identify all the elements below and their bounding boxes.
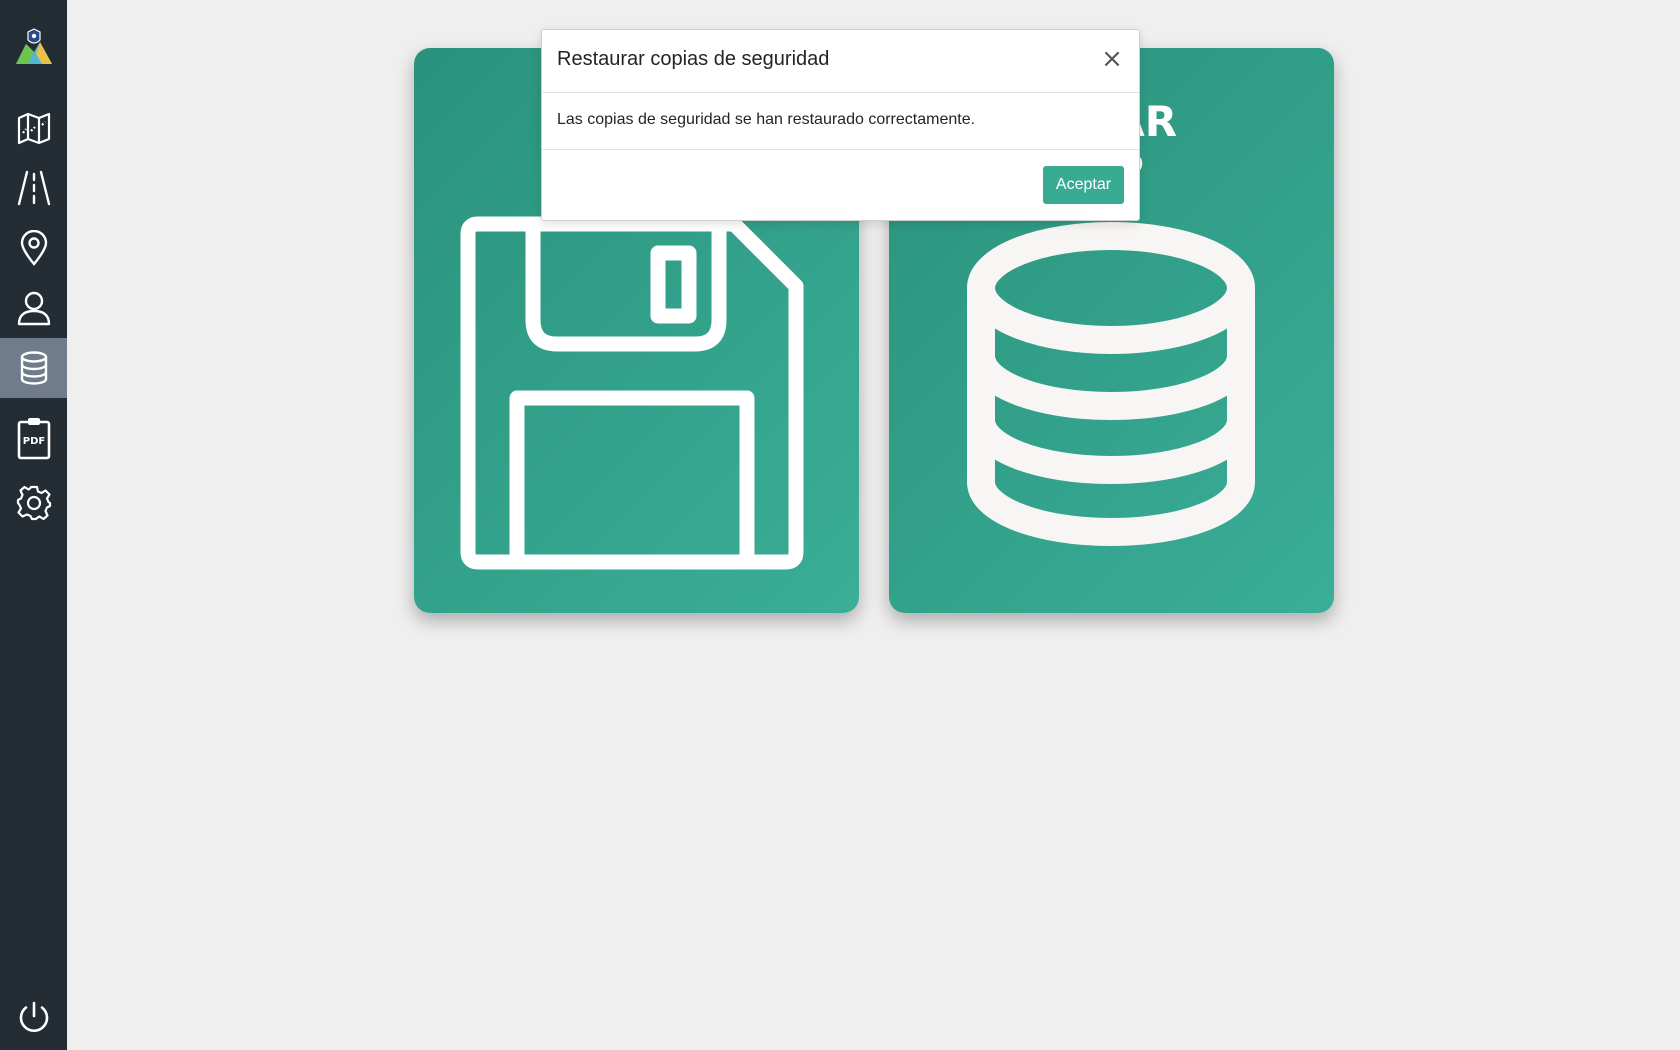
sidebar-item-users[interactable]	[0, 278, 67, 338]
map-pin-icon	[19, 230, 49, 266]
sidebar: PDF	[0, 0, 67, 1050]
road-icon	[17, 170, 51, 206]
pdf-clipboard-icon: PDF	[17, 416, 51, 460]
power-icon	[17, 1000, 51, 1040]
dialog-footer: Aceptar	[542, 150, 1139, 220]
dialog-title: Restaurar copias de seguridad	[557, 48, 830, 70]
pdf-icon-label: PDF	[22, 436, 44, 447]
accept-button[interactable]: Aceptar	[1043, 166, 1124, 204]
logout-button[interactable]	[0, 990, 67, 1050]
sidebar-item-settings[interactable]	[0, 473, 67, 533]
user-icon	[16, 290, 52, 326]
sidebar-item-locations[interactable]	[0, 218, 67, 278]
restore-success-dialog: Restaurar copias de seguridad × Las copi…	[541, 29, 1140, 221]
close-button[interactable]: ×	[1099, 44, 1125, 74]
sidebar-item-backups[interactable]	[0, 338, 67, 398]
dialog-header: Restaurar copias de seguridad ×	[542, 30, 1139, 93]
dialog-body: Las copias de seguridad se han restaurad…	[542, 93, 1139, 150]
app-logo[interactable]	[14, 26, 54, 66]
map-icon	[17, 111, 51, 145]
sidebar-item-roads[interactable]	[0, 158, 67, 218]
gear-icon	[16, 485, 52, 521]
dialog-message: Las copias de seguridad se han restaurad…	[557, 111, 976, 128]
sidebar-item-map[interactable]	[0, 98, 67, 158]
database-icon	[19, 351, 49, 385]
sidebar-item-reports[interactable]: PDF	[0, 408, 67, 468]
